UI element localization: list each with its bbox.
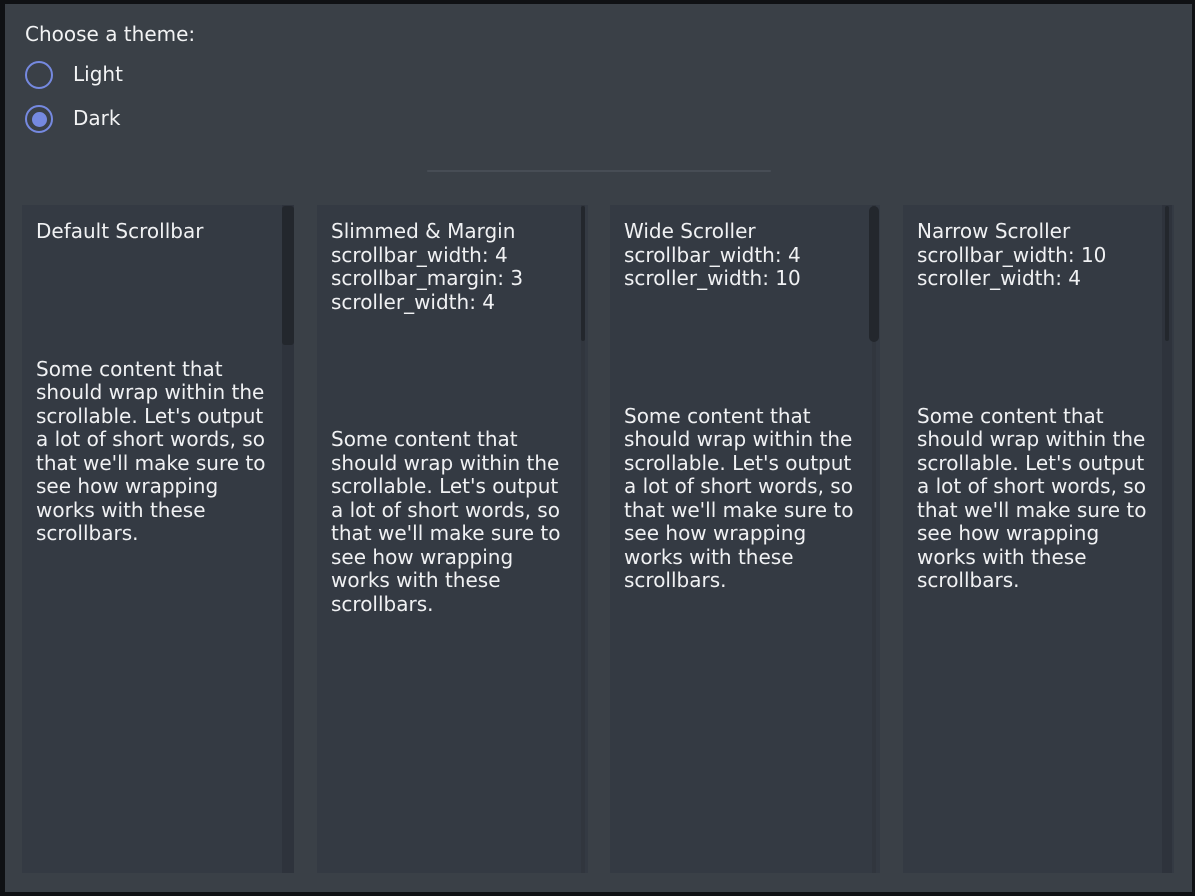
panel-title: Slimmed & Margin bbox=[331, 220, 567, 244]
scroll-panel-slimmed-margin[interactable]: Slimmed & Margin scrollbar_width: 4 scro… bbox=[317, 205, 588, 873]
radio-dot-icon bbox=[32, 112, 47, 127]
panel-param: scrollbar_margin: 3 bbox=[331, 267, 567, 291]
panel-header: Slimmed & Margin scrollbar_width: 4 scro… bbox=[331, 220, 567, 314]
scrollbar-thumb[interactable] bbox=[581, 206, 585, 341]
app-window: Choose a theme: Light Dark Default Scrol… bbox=[0, 0, 1195, 896]
scroll-panel-default-scrollbar[interactable]: Default Scrollbar Some content that shou… bbox=[22, 205, 294, 873]
theme-prompt: Choose a theme: bbox=[25, 23, 195, 47]
panel-header: Narrow Scroller scrollbar_width: 10 scro… bbox=[917, 220, 1153, 291]
radio-option-label: Light bbox=[73, 63, 123, 87]
panel-title: Default Scrollbar bbox=[36, 220, 273, 244]
radio-icon[interactable] bbox=[25, 105, 53, 133]
radio-option-label: Dark bbox=[73, 107, 120, 131]
panel-param: scrollbar_width: 10 bbox=[917, 244, 1153, 268]
panel-param: scroller_width: 10 bbox=[624, 267, 859, 291]
panel-body-text: Some content that should wrap within the… bbox=[36, 358, 272, 546]
panel-param: scrollbar_width: 4 bbox=[331, 244, 567, 268]
panel-param: scroller_width: 4 bbox=[331, 291, 567, 315]
panel-param: scrollbar_width: 4 bbox=[624, 244, 859, 268]
scrollbar-thumb[interactable] bbox=[869, 206, 879, 342]
radio-icon[interactable] bbox=[25, 61, 53, 89]
scroll-panel-narrow-scroller[interactable]: Narrow Scroller scrollbar_width: 10 scro… bbox=[903, 205, 1174, 873]
panel-header: Default Scrollbar bbox=[36, 220, 273, 244]
scroll-panel-wide-scroller[interactable]: Wide Scroller scrollbar_width: 4 scrolle… bbox=[610, 205, 880, 873]
panel-body-text: Some content that should wrap within the… bbox=[624, 405, 860, 593]
scrollbar-thumb[interactable] bbox=[1165, 206, 1169, 341]
panel-param: scroller_width: 4 bbox=[917, 267, 1153, 291]
divider bbox=[427, 170, 771, 172]
panel-title: Narrow Scroller bbox=[917, 220, 1153, 244]
scrollbar-thumb[interactable] bbox=[282, 206, 294, 345]
panel-body-text: Some content that should wrap within the… bbox=[917, 405, 1153, 593]
panel-title: Wide Scroller bbox=[624, 220, 859, 244]
panel-body-text: Some content that should wrap within the… bbox=[331, 428, 567, 616]
panel-header: Wide Scroller scrollbar_width: 4 scrolle… bbox=[624, 220, 859, 291]
radio-option-dark[interactable]: Dark bbox=[25, 105, 120, 133]
radio-option-light[interactable]: Light bbox=[25, 61, 123, 89]
